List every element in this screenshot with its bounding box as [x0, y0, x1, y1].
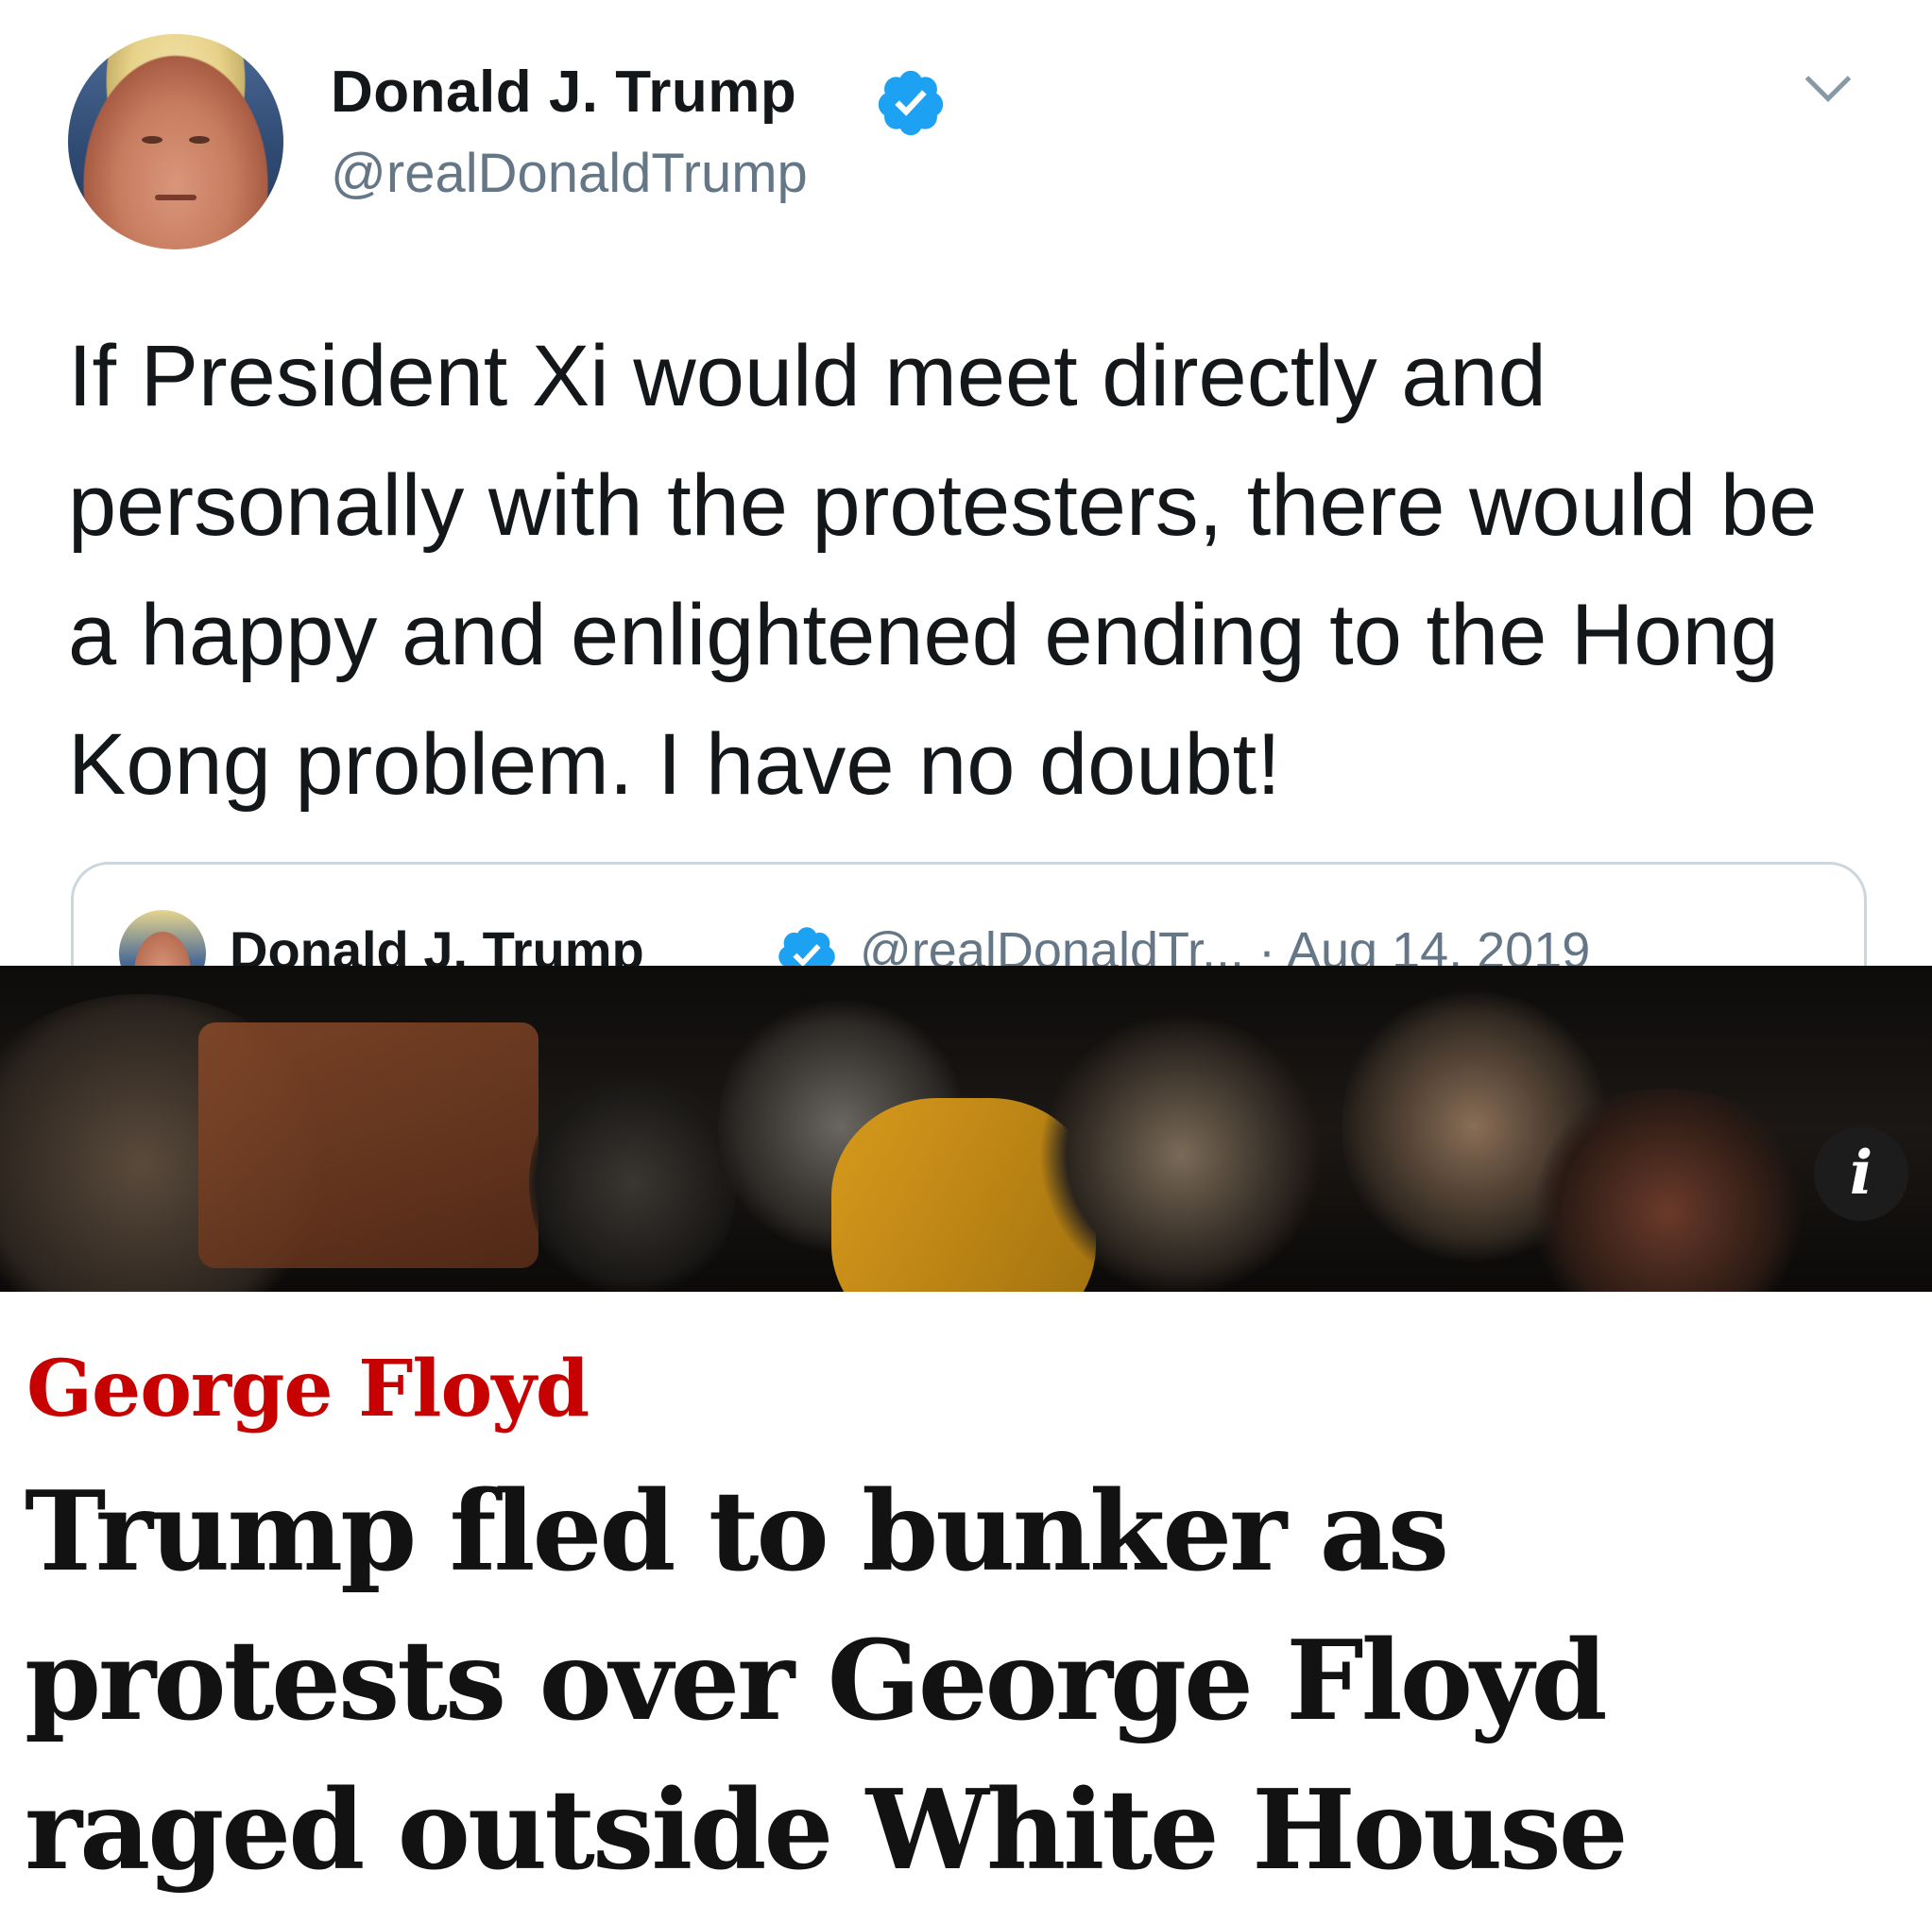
author-name[interactable]: Donald J. Trump	[331, 59, 796, 126]
quoted-author-avatar	[119, 910, 206, 966]
verified-badge-icon	[878, 70, 944, 136]
quoted-author-name: Donald J. Trump	[230, 920, 644, 966]
avatar-eye	[189, 136, 210, 144]
chevron-down-icon[interactable]	[1800, 59, 1856, 115]
news-article: i George Floyd Trump fled to bunker as p…	[0, 966, 1932, 1923]
tweet-card: Donald J. Trump @realDonaldTrump If Pres…	[0, 0, 1932, 966]
protest-photo: i	[0, 966, 1932, 1292]
photo-info-button[interactable]: i	[1814, 1126, 1908, 1221]
avatar-mouth	[155, 195, 197, 200]
author-avatar[interactable]	[68, 34, 283, 249]
photo-shape	[1039, 1004, 1323, 1292]
photo-shape	[529, 1060, 737, 1292]
quoted-handle-date: @realDonaldTr... · Aug 14, 2019	[860, 922, 1591, 966]
tweet-text: If President Xi would meet directly and …	[68, 328, 1818, 813]
verified-badge-icon	[778, 927, 835, 966]
quoted-tweet[interactable]: Donald J. Trump @realDonaldTr... · Aug 1…	[71, 862, 1867, 966]
avatar-eye	[142, 136, 162, 144]
photo-shape	[198, 1022, 539, 1268]
article-headline[interactable]: Trump fled to bunker as protests over Ge…	[25, 1457, 1905, 1905]
author-handle[interactable]: @realDonaldTrump	[331, 142, 808, 205]
article-kicker[interactable]: George Floyd	[26, 1344, 590, 1434]
